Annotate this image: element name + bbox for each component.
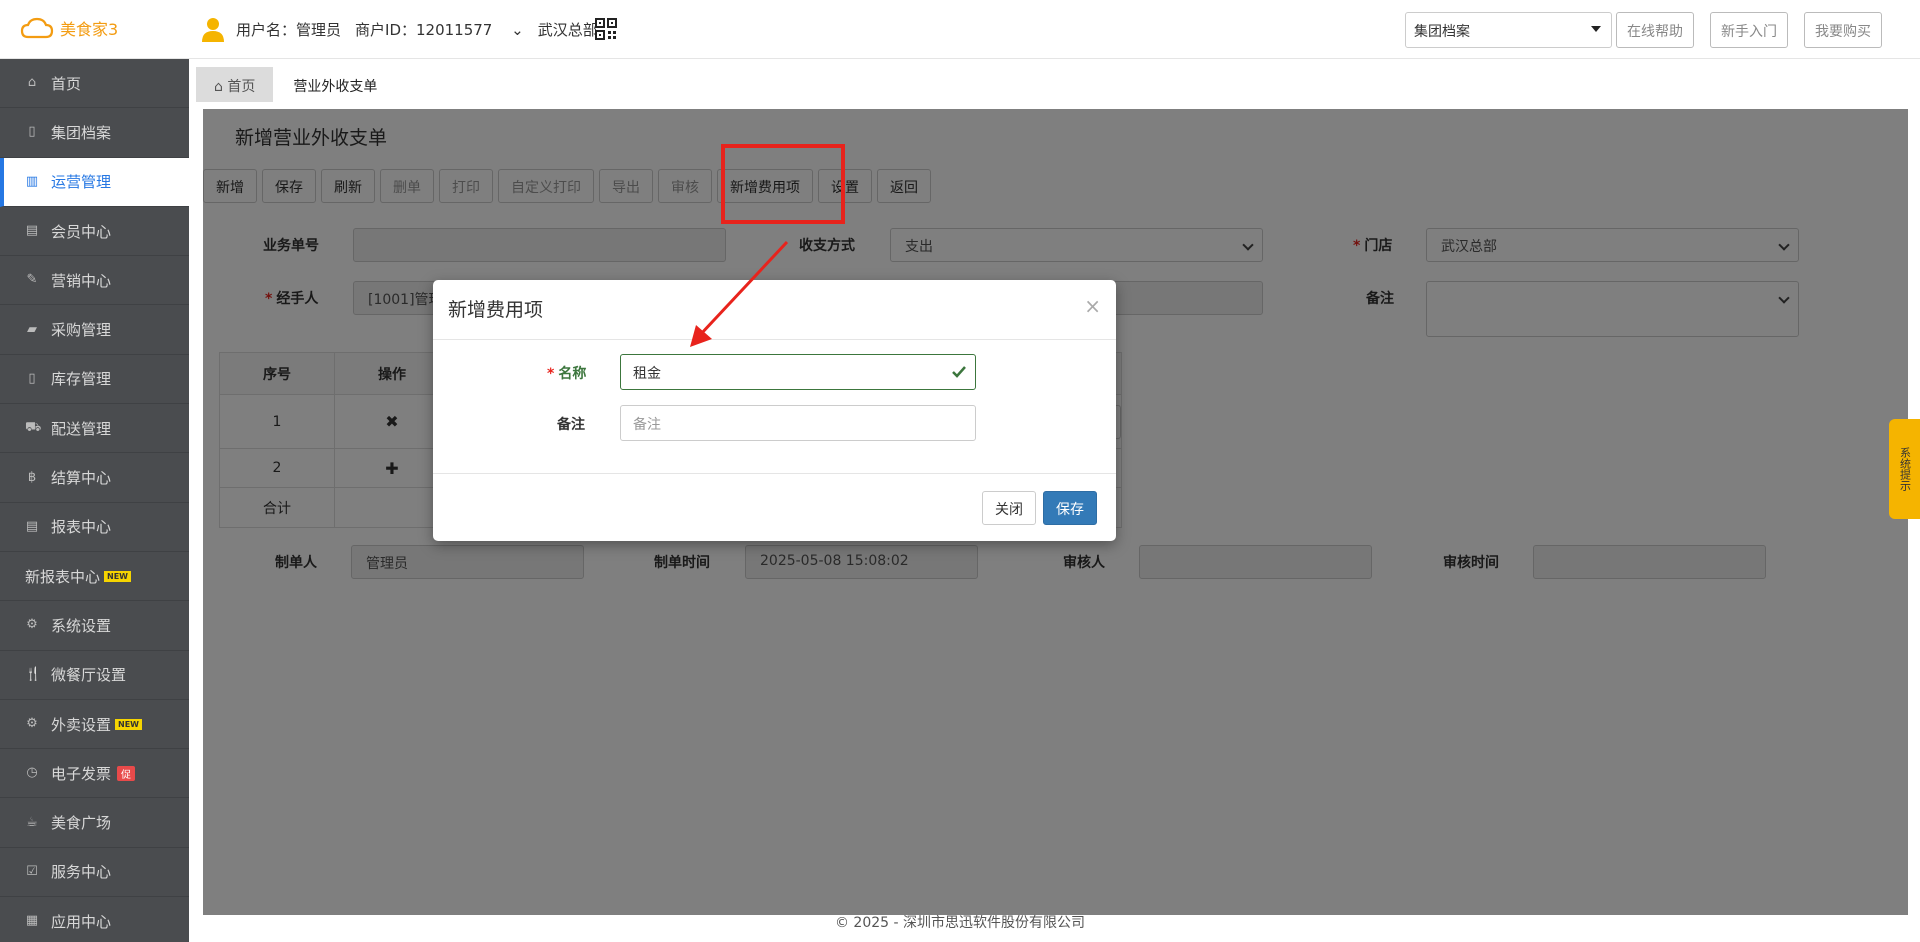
group-select[interactable]: 集团档案 (1405, 12, 1612, 48)
sidebar-item-food-court[interactable]: ☕ 美食广场 (0, 798, 189, 848)
cogs-icon: ⚙ (26, 617, 38, 633)
home-icon: ⌂ (27, 75, 37, 91)
sidebar-item-group-archive[interactable]: ▯ 集团档案 (0, 108, 189, 158)
new-badge: NEW (115, 718, 142, 730)
store-name: 武汉总部 (537, 20, 598, 39)
user-info: 用户名：管理员 商户ID：12011577 ⌄ 武汉总部 (200, 16, 612, 42)
cutlery-icon: 🍴 (25, 666, 42, 682)
book-icon: ▰ (27, 321, 37, 337)
sidebar-item-settlement[interactable]: ฿结算中心 (0, 453, 189, 503)
footer: © 2025 - 深圳市思迅软件股份有限公司 (834, 915, 1086, 931)
promo-badge: 促 (117, 765, 136, 781)
modal-remark-input[interactable]: 备注 (620, 405, 976, 441)
logo[interactable]: 美食家3 (20, 16, 118, 40)
modal-close-button[interactable]: 关闭 (982, 491, 1036, 525)
bitcoin-icon: ฿ (27, 469, 37, 485)
tab-home[interactable]: ⌂ 首页 (196, 67, 274, 102)
modal-footer: 关闭 保存 (433, 473, 1116, 541)
modal-remark-label: 备注 (557, 417, 585, 433)
cloud-logo-icon (20, 17, 54, 39)
sidebar-item-marketing[interactable]: ✎ 营销中心 (0, 256, 189, 306)
file-icon: ▯ (28, 124, 36, 140)
sidebar-item-system-settings[interactable]: ⚙ 系统设置 (0, 601, 189, 651)
buy-button[interactable]: 我要购买 (1804, 12, 1882, 48)
sidebar-item-new-reports[interactable]: 新报表中心 NEW (0, 552, 189, 602)
sidebar-item-micro-restaurant[interactable]: 🍴 微餐厅设置 (0, 651, 189, 700)
username: 用户名：管理员 (236, 20, 342, 39)
id-card-icon: ▤ (25, 223, 39, 239)
name-label: * 名称 (547, 366, 587, 382)
name-input[interactable]: 租金 (620, 354, 976, 390)
box-icon: ▯ (28, 370, 36, 386)
truck-icon: ⛟ (25, 420, 42, 436)
sidebar-item-inventory[interactable]: ▯ 库存管理 (0, 355, 189, 405)
avatar-icon (202, 18, 224, 42)
sidebar: ⌂ 首页 ▯ 集团档案 ▥ 运营管理 ▤ 会员中心 ✎ 营销中心 ▰ 采购管理 ▯ 库存管理 … (0, 59, 189, 942)
check-icon (952, 366, 966, 378)
gear-icon: ⚙ (26, 716, 38, 731)
modal-save-button[interactable]: 保存 (1043, 491, 1097, 525)
help-button[interactable]: 在线帮助 (1616, 12, 1694, 48)
new-badge: NEW (104, 570, 131, 582)
merchant-id[interactable]: 商户ID：12011577 ⌄ (355, 19, 524, 40)
edit-icon: ✎ (26, 272, 38, 288)
modal-title: 新增费用项 (448, 299, 544, 321)
sidebar-item-purchase[interactable]: ▰ 采购管理 (0, 305, 189, 355)
clock-icon: ◷ (26, 765, 38, 781)
system-tip-tab[interactable]: 系统提示 (1889, 419, 1920, 519)
close-icon[interactable]: × (1084, 294, 1101, 318)
page-tabs: ⌂ 首页 营业外收支单 (196, 67, 397, 102)
sidebar-item-home[interactable]: ⌂ 首页 (0, 59, 189, 109)
sidebar-item-takeout[interactable]: ⚙ 外卖设置 NEW (0, 700, 189, 750)
sidebar-item-reports[interactable]: ▤ 报表中心 (0, 503, 189, 552)
report-icon: ▤ (25, 518, 39, 534)
sidebar-item-e-invoice[interactable]: ◷ 电子发票促 (0, 749, 189, 799)
sidebar-item-operations[interactable]: ▥ 运营管理 (0, 157, 189, 207)
sidebar-item-delivery[interactable]: ⛟ 配送管理 (0, 404, 189, 454)
chart-icon: ▥ (25, 173, 39, 189)
highlight-box (721, 144, 845, 224)
check-square-icon: ☑ (26, 863, 38, 879)
logo-text: 美食家3 (60, 20, 119, 39)
tab-non-operating[interactable]: 营业外收支单 (275, 67, 396, 102)
sidebar-item-members[interactable]: ▤ 会员中心 (0, 207, 189, 257)
modal-header: 新增费用项 × (433, 280, 1116, 340)
qr-code-icon[interactable] (595, 18, 617, 40)
sidebar-item-service[interactable]: ☑ 服务中心 (0, 848, 189, 898)
home-icon: ⌂ (214, 79, 228, 95)
coffee-icon: ☕ (26, 814, 38, 830)
top-bar: 美食家3 用户名：管理员 商户ID：12011577 ⌄ 武汉总部 集团档案 在… (0, 0, 1920, 59)
beginner-button[interactable]: 新手入门 (1710, 12, 1788, 48)
add-expense-item-modal: 新增费用项 × * 名称 租金 备注 备注 关闭 保存 (433, 280, 1116, 541)
